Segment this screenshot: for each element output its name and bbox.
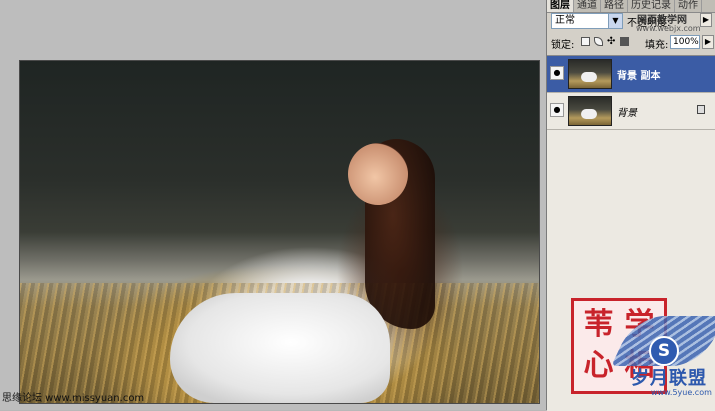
lock-transparency-icon[interactable]	[581, 37, 590, 46]
eye-icon[interactable]: ●	[550, 103, 564, 117]
panel-tabs: 图层 通道 路径 历史记录 动作	[547, 0, 715, 13]
lock-label: 锁定:	[551, 40, 575, 51]
lock-all-icon[interactable]	[620, 37, 629, 46]
layer-name: 背景 副本	[617, 71, 661, 82]
chevron-down-icon[interactable]: ▼	[608, 14, 622, 28]
layer-name: 背景	[617, 108, 637, 119]
tab-layers[interactable]: 图层	[547, 0, 574, 12]
opacity-arrow-button[interactable]: ▶	[700, 13, 712, 27]
fill-label: 填充:	[645, 40, 669, 51]
layers-panel: 图层 通道 路径 历史记录 动作 正常 ▼ 不透明度: ▶ 锁定: ✣ 填充: …	[546, 0, 715, 411]
lock-icon	[697, 105, 705, 114]
layer-thumbnail	[568, 59, 612, 89]
tab-channels[interactable]: 通道	[574, 0, 601, 12]
woman-face	[348, 143, 408, 205]
logo-badge: S	[649, 336, 679, 366]
blend-mode-value: 正常	[555, 15, 575, 26]
site-logo: S 岁月联盟 www.5yue.com	[609, 312, 715, 404]
lock-position-move-icon[interactable]: ✣	[607, 37, 616, 47]
lock-image-brush-icon[interactable]	[594, 37, 603, 46]
logo-url: www.5yue.com	[651, 388, 712, 397]
white-dress	[170, 293, 390, 403]
layer-row-background[interactable]: ● 背景	[547, 93, 715, 130]
forum-watermark: 思缘论坛 www.missyuan.com	[2, 393, 145, 404]
photo-canvas[interactable]	[19, 60, 540, 404]
document-workspace: 思缘论坛 www.missyuan.com	[0, 0, 546, 410]
blend-mode-select[interactable]: 正常 ▼	[551, 13, 623, 29]
fill-arrow-button[interactable]: ▶	[702, 35, 714, 49]
fill-input[interactable]: 100%	[670, 35, 700, 49]
eye-icon[interactable]: ●	[550, 66, 564, 80]
layer-row-background-copy[interactable]: ● 背景 副本	[547, 56, 715, 93]
tab-paths[interactable]: 路径	[601, 0, 628, 12]
lock-row: 锁定: ✣ 填充: 100% ▶	[549, 34, 714, 52]
site-watermark-url: www.webjx.com	[636, 24, 701, 33]
logo-text: 岁月联盟	[631, 368, 707, 389]
layer-thumbnail	[568, 96, 612, 126]
